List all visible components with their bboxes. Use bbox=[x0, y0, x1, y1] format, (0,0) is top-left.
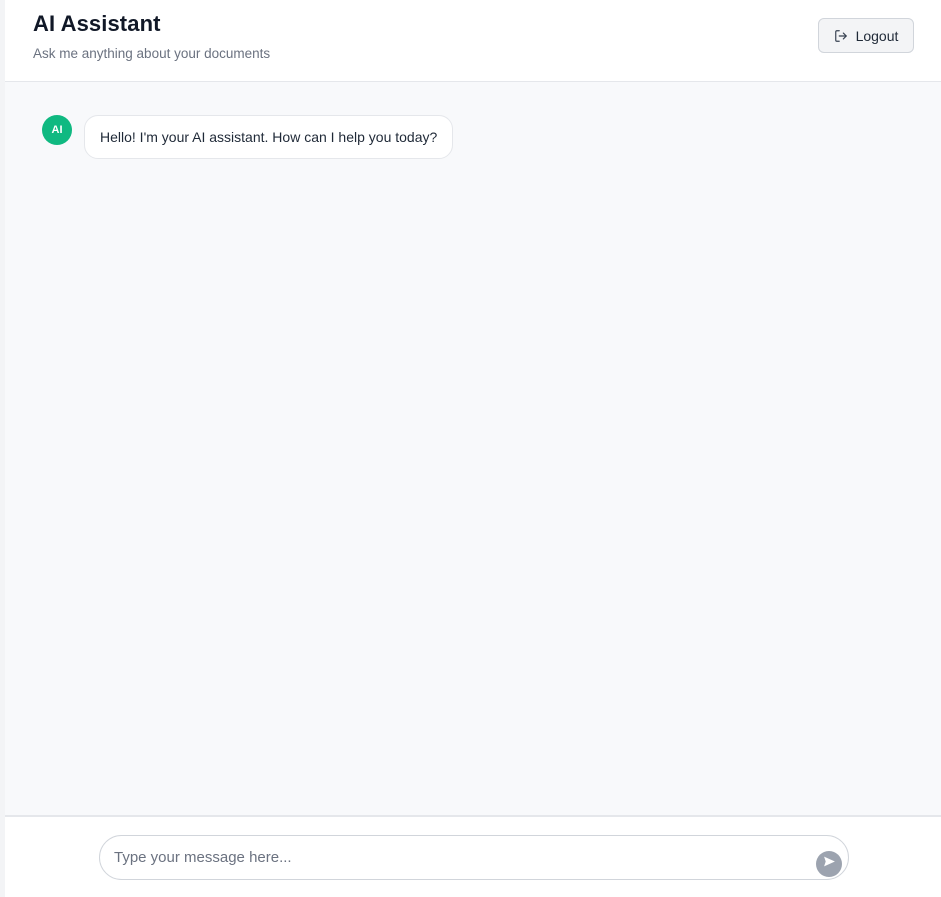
page-title: AI Assistant bbox=[33, 11, 161, 36]
message-input-container bbox=[99, 835, 849, 880]
composer bbox=[5, 815, 941, 897]
header: AI Assistant Ask me anything about your … bbox=[5, 0, 941, 82]
message-input[interactable] bbox=[114, 836, 804, 879]
send-icon bbox=[823, 855, 836, 873]
assistant-message: AI Hello! I'm your AI assistant. How can… bbox=[42, 115, 454, 159]
message-list[interactable]: AI Hello! I'm your AI assistant. How can… bbox=[5, 82, 941, 815]
logout-button[interactable]: Logout bbox=[818, 18, 914, 53]
logout-label: Logout bbox=[855, 27, 899, 44]
assistant-avatar: AI bbox=[42, 115, 72, 145]
logout-icon bbox=[834, 29, 848, 43]
message-bubble: Hello! I'm your AI assistant. How can I … bbox=[84, 115, 454, 159]
send-button[interactable] bbox=[816, 851, 842, 877]
chat-app: AI Assistant Ask me anything about your … bbox=[0, 0, 941, 897]
page-subtitle: Ask me anything about your documents bbox=[33, 46, 271, 61]
